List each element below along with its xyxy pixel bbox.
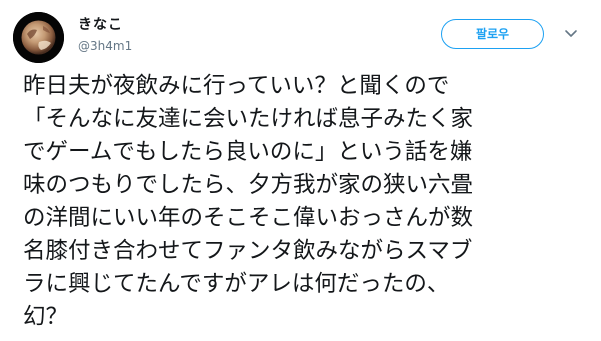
- follow-button[interactable]: 팔로우: [441, 19, 544, 49]
- tweet-line: ラに興じてたんですがアレは何だったの、: [23, 271, 450, 297]
- dwarf-planet-avatar-icon: [13, 12, 64, 63]
- chevron-down-icon: [565, 30, 577, 37]
- tweet-line: でゲームでもしたら良いのに」という話を嫌: [23, 139, 473, 165]
- tweet-line: 名膝付き合わせてファンタ飲みながらスマブ: [23, 238, 473, 264]
- avatar[interactable]: [13, 12, 64, 63]
- tweet-line: 昨日夫が夜飲みに行っていい？と聞くので: [23, 73, 450, 99]
- tweet-line: 「そんなに友達に会いたければ息子みたく家: [23, 106, 474, 132]
- more-menu-button[interactable]: [563, 28, 579, 40]
- display-name[interactable]: きなこ: [78, 16, 123, 34]
- tweet-line: 味のつもりでしたら、夕方我が家の狭い六畳: [23, 172, 474, 198]
- tweet-line: の洋間にいい年のそこそこ偉いおっさんが数: [23, 205, 474, 231]
- tweet-line: 幻？: [23, 304, 69, 330]
- tweet-text: 昨日夫が夜飲みに行っていい？と聞くので 「そんなに友達に会いたければ息子みたく家…: [23, 70, 585, 334]
- user-handle[interactable]: @3h4m1: [78, 38, 132, 54]
